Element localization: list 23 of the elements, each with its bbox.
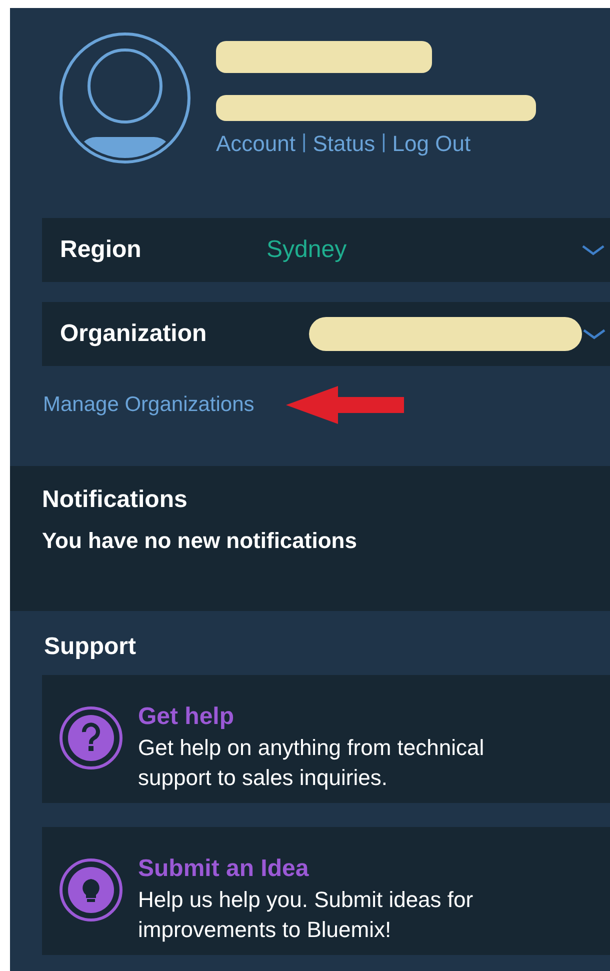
avatar-icon (58, 31, 192, 165)
separator: | (381, 131, 386, 155)
card-title: Get help (138, 703, 236, 731)
profile-link[interactable]: Status (312, 131, 376, 157)
support-card[interactable]: Get help Get help on anything from technical support to sales inquiries. (42, 675, 610, 803)
notifications-message: You have no new notifications (42, 528, 358, 554)
profile-link[interactable]: Account (216, 131, 296, 157)
chevron-down-icon (581, 243, 606, 257)
card-description: Help us help you. Submit ideas for improvements to Bluemix! (138, 886, 474, 944)
support-title: Support (44, 633, 137, 661)
dropdown[interactable]: Region Sydney (42, 218, 610, 282)
dropdown[interactable]: Organization (42, 302, 610, 366)
manage-organizations-link[interactable]: Manage Organizations (43, 393, 254, 417)
question-icon (58, 705, 124, 771)
card-title: Submit an Idea (138, 855, 310, 883)
separator: | (302, 131, 307, 155)
dropdown-value: Sydney (266, 236, 348, 264)
notifications-title: Notifications (42, 486, 188, 514)
profile-link[interactable]: Log Out (392, 131, 471, 157)
chevron-down-icon (582, 327, 606, 341)
support-card[interactable]: Submit an Idea Help us help you. Submit ideas for improvements to Bluemix! (42, 827, 610, 955)
lightbulb-icon (58, 857, 124, 923)
card-description: Get help on anything from technical support to sales inquiries. (138, 734, 486, 792)
